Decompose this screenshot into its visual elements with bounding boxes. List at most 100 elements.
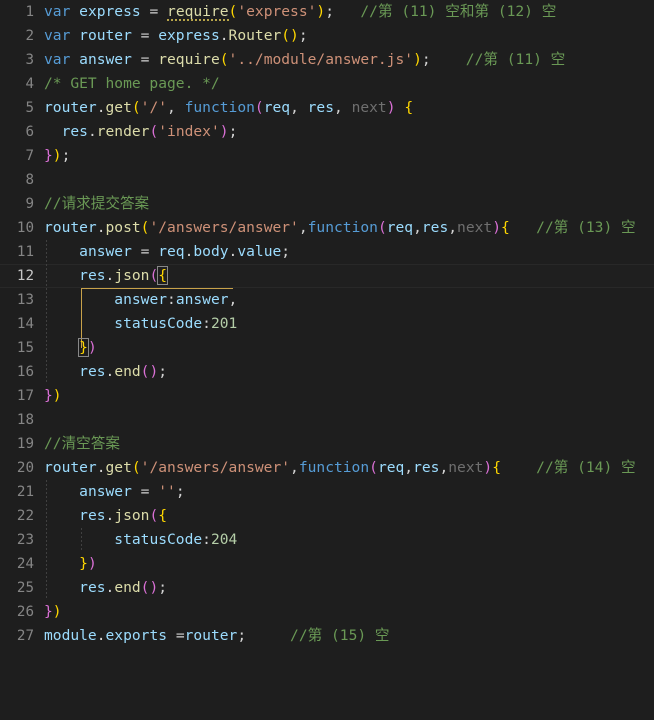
token-operator: ; bbox=[175, 483, 185, 500]
token-operator: , bbox=[439, 459, 449, 476]
line-content: res.json({ bbox=[44, 504, 167, 528]
token-operator: , bbox=[448, 219, 458, 236]
token-keyword: var bbox=[44, 27, 71, 44]
line-number: 1 bbox=[25, 4, 34, 20]
token-operator: . bbox=[96, 99, 106, 116]
token-bracket-match-open: { bbox=[157, 266, 169, 285]
line-content: router.post('/answers/answer',function(r… bbox=[44, 216, 636, 240]
token-property: body bbox=[193, 243, 229, 260]
line-number: 26 bbox=[16, 604, 34, 620]
token-bracket: ) bbox=[219, 123, 229, 140]
editor-line[interactable]: 4 /* GET home page. */ bbox=[0, 72, 654, 96]
editor-line[interactable]: 17 }) bbox=[0, 384, 654, 408]
line-content: router.get('/', function(req, res, next)… bbox=[44, 96, 413, 120]
editor-line[interactable]: 1 var express = require('express'); //第 … bbox=[0, 0, 654, 24]
editor-line[interactable]: 13 answer:answer, bbox=[0, 288, 654, 312]
line-number: 18 bbox=[16, 412, 34, 428]
editor-line[interactable]: 23 statusCode:204 bbox=[0, 528, 654, 552]
token-param: req bbox=[377, 459, 405, 476]
token-function: render bbox=[96, 123, 150, 140]
token-keyword: function bbox=[307, 219, 378, 236]
token-number: 201 bbox=[210, 315, 238, 332]
token-identifier: express bbox=[158, 27, 220, 44]
token-bracket: ( bbox=[131, 459, 141, 476]
line-content: var express = require('express'); //第 (1… bbox=[44, 0, 556, 24]
editor-line[interactable]: 24 }) bbox=[0, 552, 654, 576]
token-bracket: () bbox=[140, 579, 159, 596]
token-bracket: ( bbox=[219, 51, 229, 68]
editor-line[interactable]: 22 res.json({ bbox=[0, 504, 654, 528]
token-bracket: { bbox=[501, 219, 510, 236]
token-operator: = bbox=[131, 243, 159, 260]
line-number: 19 bbox=[16, 436, 34, 452]
editor-line[interactable]: 10 router.post('/answers/answer',functio… bbox=[0, 216, 654, 240]
token-bracket: ) bbox=[316, 3, 326, 20]
token-operator: ; bbox=[61, 147, 71, 164]
line-content: router.get('/answers/answer',function(re… bbox=[44, 456, 636, 480]
token-operator: . bbox=[105, 363, 115, 380]
token-string: '/' bbox=[140, 99, 168, 116]
line-number: 5 bbox=[25, 100, 34, 116]
editor-line[interactable]: 6 res.render('index'); bbox=[0, 120, 654, 144]
token-param: res bbox=[307, 99, 334, 116]
editor-line[interactable]: 3 var answer = require('../module/answer… bbox=[0, 48, 654, 72]
editor-line[interactable]: 18 bbox=[0, 408, 654, 432]
editor-line[interactable]: 19 //清空答案 bbox=[0, 432, 654, 456]
token-bracket: } bbox=[44, 147, 53, 164]
editor-line[interactable]: 5 router.get('/', function(req, res, nex… bbox=[0, 96, 654, 120]
token-bracket: } bbox=[44, 387, 53, 404]
editor-line[interactable]: 2 var router = express.Router(); bbox=[0, 24, 654, 48]
line-content: statusCode:201 bbox=[44, 312, 237, 336]
token-identifier: router bbox=[184, 627, 238, 644]
editor-line[interactable]: 26 }) bbox=[0, 600, 654, 624]
editor-line[interactable]: 7 }); bbox=[0, 144, 654, 168]
code-editor[interactable]: 1 var express = require('express'); //第 … bbox=[0, 0, 654, 653]
line-content: res.end(); bbox=[44, 360, 167, 384]
line-content: statusCode:204 bbox=[44, 528, 237, 552]
token-operator: , bbox=[167, 99, 185, 116]
editor-line[interactable]: 20 router.get('/answers/answer',function… bbox=[0, 456, 654, 480]
editor-line[interactable]: 16 res.end(); bbox=[0, 360, 654, 384]
line-number: 20 bbox=[16, 460, 34, 476]
token-string: 'index' bbox=[158, 123, 220, 140]
line-content: var answer = require('../module/answer.j… bbox=[44, 48, 565, 72]
line-content: var router = express.Router(); bbox=[44, 24, 308, 48]
token-operator: ; bbox=[298, 27, 308, 44]
token-operator: ; bbox=[158, 363, 168, 380]
token-operator: , bbox=[404, 459, 414, 476]
line-number: 4 bbox=[25, 76, 34, 92]
token-param: res bbox=[413, 459, 440, 476]
token-bracket: } bbox=[79, 555, 88, 572]
line-number: 22 bbox=[16, 508, 34, 524]
line-number: 6 bbox=[25, 124, 34, 140]
token-bracket: ) bbox=[87, 555, 97, 572]
editor-line[interactable]: 8 bbox=[0, 168, 654, 192]
editor-line-active[interactable]: 12 res.json({ bbox=[0, 264, 654, 288]
token-number: 204 bbox=[210, 531, 238, 548]
token-identifier: res bbox=[79, 507, 106, 524]
token-operator: = bbox=[131, 51, 159, 68]
editor-line[interactable]: 15 }) bbox=[0, 336, 654, 360]
token-keyword: function bbox=[184, 99, 255, 116]
editor-line[interactable]: 21 answer = ''; bbox=[0, 480, 654, 504]
line-content: //清空答案 bbox=[44, 432, 120, 456]
token-param-unused: next bbox=[457, 219, 493, 236]
token-identifier: res bbox=[79, 579, 106, 596]
token-bracket: ) bbox=[386, 99, 396, 116]
token-operator: ; bbox=[237, 627, 291, 644]
token-comment: //第 (15) 空 bbox=[290, 627, 390, 644]
token-identifier: module bbox=[44, 627, 97, 644]
editor-line[interactable]: 9 //请求提交答案 bbox=[0, 192, 654, 216]
editor-line[interactable]: 27 module.exports =router; //第 (15) 空 bbox=[0, 624, 654, 648]
token-bracket: ) bbox=[52, 387, 62, 404]
token-comment-block: /* GET home page. */ bbox=[44, 75, 220, 92]
line-number: 9 bbox=[25, 196, 34, 212]
token-operator bbox=[501, 459, 536, 476]
editor-line[interactable]: 25 res.end(); bbox=[0, 576, 654, 600]
token-function-require: require bbox=[158, 51, 220, 68]
editor-line[interactable]: 14 statusCode:201 bbox=[0, 312, 654, 336]
editor-line[interactable]: 11 answer = req.body.value; bbox=[0, 240, 654, 264]
line-number: 3 bbox=[25, 52, 34, 68]
line-number: 11 bbox=[16, 244, 34, 260]
